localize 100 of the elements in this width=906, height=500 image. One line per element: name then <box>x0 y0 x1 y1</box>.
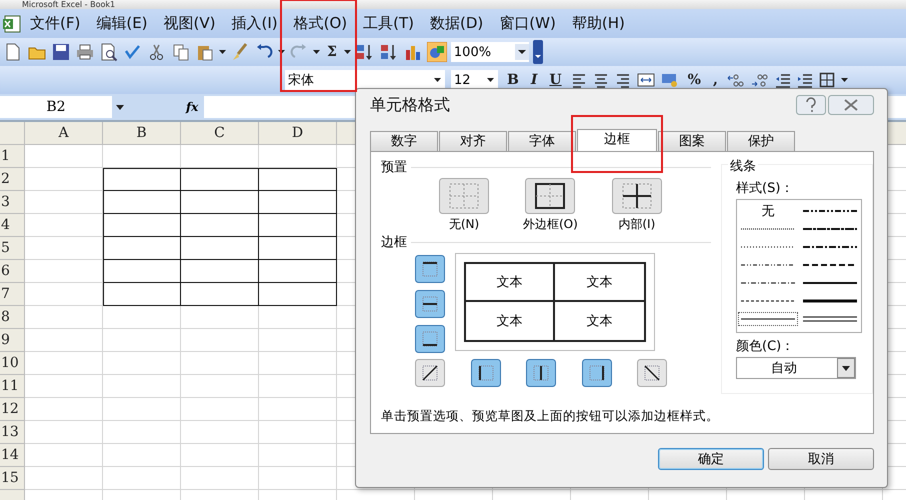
row-header: 15 <box>0 467 25 490</box>
tab[interactable]: 字体 <box>508 131 576 151</box>
column-header: C <box>181 122 259 145</box>
row-header: 10 <box>0 352 25 375</box>
bottom-border-icon[interactable] <box>415 325 445 353</box>
copy-icon[interactable] <box>171 42 191 62</box>
dropdown-arrow-icon[interactable] <box>219 50 226 54</box>
align-center-icon[interactable] <box>592 72 609 88</box>
dialog-button[interactable]: 确定 <box>658 448 764 470</box>
preset-label: 外边框(O) <box>523 216 578 233</box>
close-icon[interactable] <box>828 95 874 115</box>
row-header: 4 <box>0 214 25 237</box>
help-icon[interactable] <box>796 95 826 115</box>
dropdown-arrow-icon[interactable] <box>278 50 285 54</box>
print-preview-icon[interactable] <box>99 42 119 62</box>
italic-button[interactable]: I <box>528 72 540 88</box>
excel-icon[interactable] <box>2 14 22 34</box>
preview-text: 文本 <box>466 264 555 302</box>
preview-text: 文本 <box>555 264 644 302</box>
field-label: 颜色(C)： <box>736 338 794 355</box>
top-border-icon[interactable] <box>415 255 445 283</box>
borders-icon[interactable] <box>818 72 835 88</box>
dropdown-arrow-icon[interactable] <box>434 78 441 82</box>
decrease-decimal-icon[interactable] <box>750 72 769 88</box>
column-header: A <box>25 122 103 145</box>
column-header: D <box>259 122 337 145</box>
preset-label: 内部(I) <box>618 216 656 233</box>
bold-button[interactable]: B <box>504 72 522 88</box>
group-label: 边框 <box>381 234 407 251</box>
dialog-title: 单元格格式 <box>370 94 450 116</box>
menu-item[interactable]: 帮助(H) <box>564 12 633 35</box>
line-style-option[interactable]: 无 <box>762 202 774 220</box>
font-size-field[interactable]: 12 <box>451 70 498 90</box>
merge-center-icon[interactable] <box>636 72 655 88</box>
tab[interactable]: 对齐 <box>439 131 507 151</box>
sum-button[interactable]: Σ <box>324 44 340 60</box>
row-header: 13 <box>0 421 25 444</box>
dropdown-arrow-icon[interactable] <box>344 50 351 54</box>
preview-text: 文本 <box>586 313 614 331</box>
font-field[interactable]: 宋体 <box>285 70 445 90</box>
sort-descending-icon[interactable] <box>378 42 399 62</box>
menu-item[interactable]: 编辑(E) <box>88 12 156 35</box>
increase-decimal-icon[interactable] <box>726 72 745 88</box>
group-label: 预置 <box>381 159 407 176</box>
field-label: 样式(S)： <box>736 180 794 197</box>
diagonal-up-border-icon[interactable] <box>415 359 445 387</box>
diagonal-down-border-icon[interactable] <box>637 359 667 387</box>
dropdown-arrow-icon[interactable] <box>313 50 320 54</box>
dialog-button[interactable]: 取消 <box>768 448 874 470</box>
decrease-indent-icon[interactable] <box>774 72 791 88</box>
menu-item[interactable]: 文件(F) <box>22 12 88 35</box>
preview-text: 文本 <box>466 302 555 340</box>
comma-button[interactable]: , <box>710 72 721 88</box>
drawing-icon[interactable] <box>426 42 447 62</box>
group-label: 线条 <box>728 157 758 175</box>
menu-item[interactable]: 格式(O) <box>286 12 356 35</box>
zoom-field[interactable]: 100% <box>450 42 529 62</box>
dropdown-arrow-icon[interactable] <box>116 104 124 110</box>
window-title: Microsoft Excel - Book1 <box>22 0 116 9</box>
tab[interactable]: 图案 <box>658 131 726 151</box>
tab[interactable]: 保护 <box>727 131 795 151</box>
menu-item[interactable]: 数据(D) <box>422 12 492 35</box>
percent-button[interactable]: % <box>684 72 704 88</box>
inside-borders-icon[interactable] <box>612 178 662 214</box>
toolbar-options-icon[interactable] <box>532 40 543 64</box>
preset-label: 无(N) <box>448 216 480 233</box>
row-header: 6 <box>0 260 25 283</box>
vertical-border-icon[interactable] <box>526 359 556 387</box>
row-header: 5 <box>0 237 25 260</box>
menu-item[interactable]: 插入(I) <box>224 12 286 35</box>
left-border-icon[interactable] <box>470 359 500 387</box>
increase-indent-icon[interactable] <box>796 72 813 88</box>
line-style-list[interactable]: 无 <box>736 199 862 333</box>
name-box[interactable]: B2 <box>0 96 112 118</box>
dropdown-arrow-icon[interactable] <box>487 78 494 82</box>
function-button[interactable]: fx <box>186 100 198 114</box>
row-header: 7 <box>0 283 25 306</box>
hint-text: 单击预置选项、预览草图及上面的按钮可以添加边框样式。 <box>381 408 720 425</box>
underline-button[interactable]: U <box>546 72 565 88</box>
sort-ascending-icon[interactable] <box>354 42 375 62</box>
align-left-icon[interactable] <box>570 72 587 88</box>
save-icon[interactable] <box>51 42 71 62</box>
line-style-sample[interactable] <box>739 313 797 325</box>
align-right-icon[interactable] <box>614 72 631 88</box>
horizontal-border-icon[interactable] <box>415 290 445 318</box>
row-header: 12 <box>0 398 25 421</box>
currency-icon[interactable] <box>660 72 679 88</box>
right-border-icon[interactable] <box>582 359 612 387</box>
row-header: 11 <box>0 375 25 398</box>
menu-item[interactable]: 窗口(W) <box>491 12 564 35</box>
tab[interactable]: 数字 <box>370 131 438 151</box>
row-header: 8 <box>0 306 25 329</box>
border-preview[interactable]: 文本 文本 文本 文本 <box>455 253 655 351</box>
outline-borders-icon[interactable] <box>525 178 576 214</box>
dropdown-arrow-icon[interactable] <box>840 78 848 82</box>
tab[interactable]: 边框 <box>577 129 657 151</box>
menu-item[interactable]: 工具(T) <box>355 12 422 35</box>
color-dropdown[interactable]: 自动 <box>736 357 856 379</box>
printer-icon[interactable] <box>75 42 95 62</box>
menu-item[interactable]: 视图(V) <box>156 12 224 35</box>
